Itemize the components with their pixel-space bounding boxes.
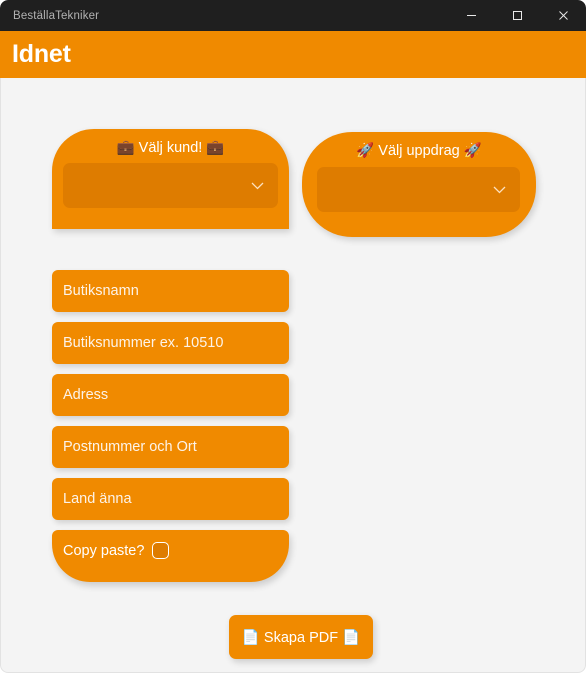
maximize-button[interactable] xyxy=(494,0,540,31)
customer-picker-card: 💼 Välj kund! 💼 xyxy=(52,129,289,229)
window-title: BeställaTekniker xyxy=(13,9,100,22)
butiksnummer-field[interactable]: Butiksnummer ex. 10510 xyxy=(52,322,289,364)
mission-picker-label: 🚀 Välj uppdrag 🚀 xyxy=(356,143,482,159)
close-button[interactable] xyxy=(540,0,586,31)
postnummer-field[interactable]: Postnummer och Ort xyxy=(52,426,289,468)
page-title: Idnet xyxy=(12,40,71,68)
butiksnummer-placeholder: Butiksnummer ex. 10510 xyxy=(63,335,224,351)
mission-picker-card: 🚀 Välj uppdrag 🚀 xyxy=(302,132,536,237)
title-bar: BeställaTekniker xyxy=(0,0,586,31)
form-fields: Butiksnamn Butiksnummer ex. 10510 Adress… xyxy=(52,270,289,582)
customer-picker-label: 💼 Välj kund! 💼 xyxy=(116,140,225,156)
land-placeholder: Land änna xyxy=(63,491,132,507)
app-header: Idnet xyxy=(0,31,586,78)
customer-dropdown[interactable] xyxy=(63,163,278,208)
copy-paste-checkbox[interactable] xyxy=(152,542,170,559)
create-pdf-button[interactable]: 📄 Skapa PDF 📄 xyxy=(229,615,373,659)
minimize-button[interactable] xyxy=(448,0,494,31)
land-field[interactable]: Land änna xyxy=(52,478,289,520)
butiksnamn-placeholder: Butiksnamn xyxy=(63,283,139,299)
copy-paste-label: Copy paste? xyxy=(63,543,145,559)
app-window: BeställaTekniker Idnet 💼 Välj kund! 💼 🚀 … xyxy=(0,0,586,673)
butiksnamn-field[interactable]: Butiksnamn xyxy=(52,270,289,312)
copy-paste-panel: Copy paste? xyxy=(52,530,289,582)
picker-row: 💼 Välj kund! 💼 🚀 Välj uppdrag 🚀 xyxy=(1,129,586,239)
window-controls xyxy=(448,0,586,31)
mission-dropdown[interactable] xyxy=(317,167,520,212)
adress-placeholder: Adress xyxy=(63,387,109,403)
adress-field[interactable]: Adress xyxy=(52,374,289,416)
chevron-down-icon xyxy=(251,177,264,195)
chevron-down-icon xyxy=(493,181,506,199)
postnummer-placeholder: Postnummer och Ort xyxy=(63,439,197,455)
app-content: 💼 Välj kund! 💼 🚀 Välj uppdrag 🚀 Butiksna… xyxy=(0,78,586,673)
